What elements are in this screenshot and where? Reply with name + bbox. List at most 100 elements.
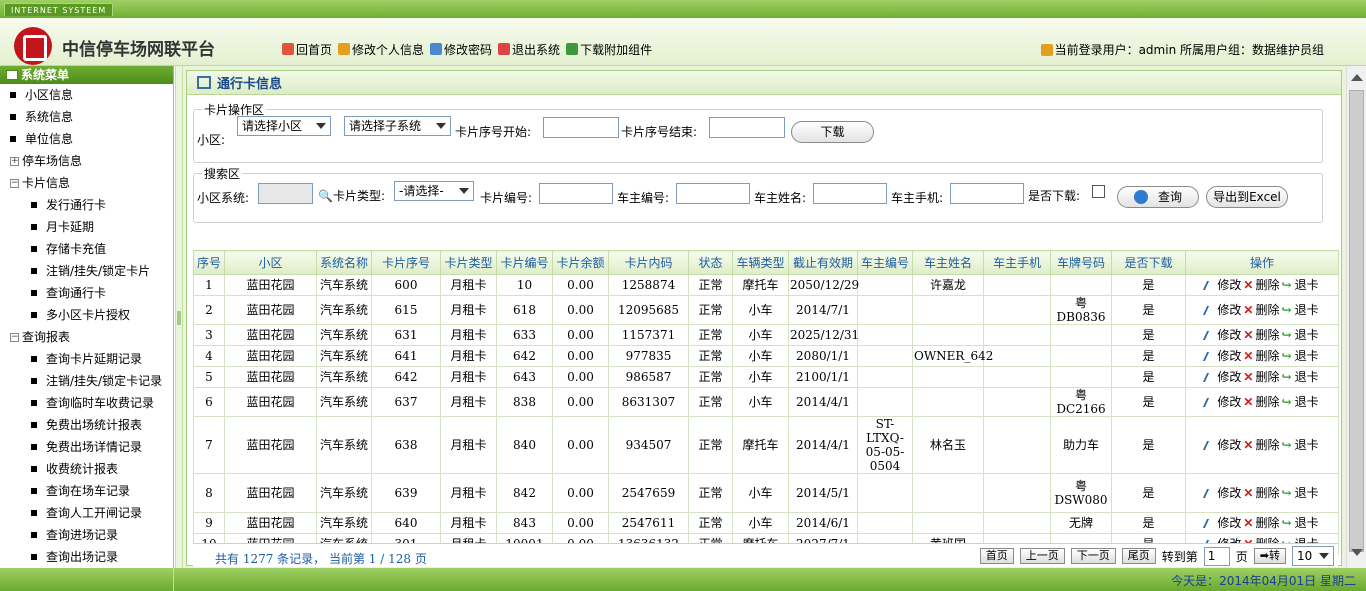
query-button[interactable]: 查询	[1117, 186, 1199, 208]
edit-link[interactable]: 修改	[1203, 395, 1241, 409]
last-page-button[interactable]: 尾页	[1121, 548, 1156, 564]
sidebar-item[interactable]: 系统信息	[0, 106, 173, 128]
refund-link[interactable]: ↪退卡	[1282, 486, 1319, 500]
delete-link[interactable]: ✕删除	[1243, 395, 1279, 409]
edit-link[interactable]: 修改	[1203, 438, 1241, 452]
nav-logout[interactable]: 退出系统	[498, 41, 560, 58]
sidebar-item[interactable]: 多小区卡片授权	[0, 304, 173, 326]
sidebar-item[interactable]: 注销/挂失/锁定卡记录	[0, 370, 173, 392]
delete-link[interactable]: ✕删除	[1243, 486, 1279, 500]
scroll-up-icon[interactable]	[1351, 74, 1363, 81]
sidebar-item[interactable]: − 查询报表	[0, 326, 173, 348]
sidebar-item[interactable]: 查询临时车收费记录	[0, 392, 173, 414]
table-row[interactable]: 1 蓝田花园 汽车系统 600 月租卡 10 0.00 1258874 正常 摩托车 2050/12…	[193, 274, 1339, 296]
delete-link[interactable]: ✕删除	[1243, 278, 1279, 292]
sidebar-item[interactable]: 免费出场统计报表	[0, 414, 173, 436]
sidebar-item[interactable]: + 停车场信息	[0, 150, 173, 172]
column-header[interactable]: 卡片内码	[608, 250, 689, 275]
card-no-input[interactable]	[539, 183, 613, 204]
table-row[interactable]: 2 蓝田花园 汽车系统 615 月租卡 618 0.00 12095685 正常 小车 2014/7…	[193, 295, 1339, 325]
goto-page-input[interactable]: 1	[1203, 546, 1230, 566]
refund-link[interactable]: ↪退卡	[1282, 516, 1319, 530]
edit-link[interactable]: 修改	[1203, 328, 1241, 342]
card-type-select[interactable]: -请选择-	[394, 181, 474, 201]
column-header[interactable]: 卡片编号	[496, 250, 553, 275]
sidebar-item[interactable]: 存储卡充值	[0, 238, 173, 260]
column-header[interactable]: 卡片余额	[552, 250, 609, 275]
system-input[interactable]	[258, 183, 313, 204]
sidebar-item[interactable]: 小区信息	[0, 84, 173, 106]
column-header[interactable]: 操作	[1185, 250, 1339, 275]
download-button[interactable]: 下载	[791, 121, 874, 143]
delete-link[interactable]: ✕删除	[1243, 303, 1279, 317]
delete-link[interactable]: ✕删除	[1243, 349, 1279, 363]
page-size-select[interactable]: 10	[1292, 546, 1334, 566]
page-scrollbar[interactable]	[1346, 66, 1366, 568]
column-header[interactable]: 序号	[193, 250, 225, 275]
refund-link[interactable]: ↪退卡	[1282, 370, 1319, 384]
first-page-button[interactable]: 首页	[979, 548, 1014, 564]
table-row[interactable]: 6 蓝田花园 汽车系统 637 月租卡 838 0.00 8631307 正常 小车 2014/4/…	[193, 387, 1339, 417]
sidebar-item[interactable]: 查询通行卡	[0, 282, 173, 304]
sidebar-item[interactable]: 收费统计报表	[0, 458, 173, 480]
scroll-thumb[interactable]	[1349, 90, 1364, 552]
sidebar-item[interactable]: − 卡片信息	[0, 172, 173, 194]
prev-page-button[interactable]: 上一页	[1019, 548, 1065, 564]
delete-link[interactable]: ✕删除	[1243, 370, 1279, 384]
table-row[interactable]: 5 蓝田花园 汽车系统 642 月租卡 643 0.00 986587 正常 小车 2100/1/1…	[193, 366, 1339, 388]
delete-link[interactable]: ✕删除	[1243, 438, 1279, 452]
column-header[interactable]: 车主编号	[857, 250, 913, 275]
edit-link[interactable]: 修改	[1203, 516, 1241, 530]
scroll-down-icon[interactable]	[1351, 549, 1363, 556]
sidebar-item[interactable]: 查询出场记录	[0, 546, 173, 568]
next-page-button[interactable]: 下一页	[1070, 548, 1116, 564]
refund-link[interactable]: ↪退卡	[1282, 303, 1319, 317]
nav-edit-profile[interactable]: 修改个人信息	[338, 41, 424, 58]
refund-link[interactable]: ↪退卡	[1282, 278, 1319, 292]
column-header[interactable]: 车主姓名	[912, 250, 984, 275]
owner-no-input[interactable]	[676, 183, 750, 204]
owner-phone-input[interactable]	[950, 183, 1024, 204]
table-row[interactable]: 3 蓝田花园 汽车系统 631 月租卡 633 0.00 1157371 正常 小车 2025/12…	[193, 324, 1339, 346]
sidebar-item[interactable]: 查询卡片延期记录	[0, 348, 173, 370]
edit-link[interactable]: 修改	[1203, 486, 1241, 500]
sidebar-item[interactable]: 免费出场详情记录	[0, 436, 173, 458]
refund-link[interactable]: ↪退卡	[1282, 349, 1319, 363]
splitter-grip[interactable]	[177, 311, 181, 325]
delete-link[interactable]: ✕删除	[1243, 516, 1279, 530]
refund-link[interactable]: ↪退卡	[1282, 328, 1319, 342]
edit-link[interactable]: 修改	[1203, 349, 1241, 363]
sidebar-splitter[interactable]	[175, 66, 183, 568]
table-row[interactable]: 4 蓝田花园 汽车系统 641 月租卡 642 0.00 977835 正常 小车 2080/1/1…	[193, 345, 1339, 367]
sidebar-item[interactable]: 查询进场记录	[0, 524, 173, 546]
go-button[interactable]: ➡转	[1253, 548, 1286, 564]
sidebar-item[interactable]: 查询在场车记录	[0, 480, 173, 502]
community-select[interactable]: 请选择小区	[237, 116, 331, 136]
sidebar-item[interactable]: 单位信息	[0, 128, 173, 150]
sidebar-item[interactable]: 查询人工开闸记录	[0, 502, 173, 524]
column-header[interactable]: 车辆类型	[732, 250, 789, 275]
refund-link[interactable]: ↪退卡	[1282, 438, 1319, 452]
sidebar-item[interactable]: 注销/挂失/锁定卡片	[0, 260, 173, 282]
table-row[interactable]: 7 蓝田花园 汽车系统 638 月租卡 840 0.00 934507 正常 摩托车 2014/4/…	[193, 416, 1339, 474]
edit-link[interactable]: 修改	[1203, 303, 1241, 317]
nav-home[interactable]: 回首页	[282, 41, 332, 58]
owner-name-input[interactable]	[813, 183, 887, 204]
nav-download-plugin[interactable]: 下载附加组件	[566, 41, 652, 58]
column-header[interactable]: 小区	[224, 250, 317, 275]
table-row[interactable]: 9 蓝田花园 汽车系统 640 月租卡 843 0.00 2547611 正常 小车 2014/6/…	[193, 512, 1339, 534]
column-header[interactable]: 车牌号码	[1050, 250, 1112, 275]
serial-start-input[interactable]	[543, 117, 619, 138]
edit-link[interactable]: 修改	[1203, 370, 1241, 384]
column-header[interactable]: 是否下载	[1111, 250, 1186, 275]
subsystem-select[interactable]: 请选择子系统	[344, 116, 451, 136]
downloaded-checkbox[interactable]	[1092, 185, 1105, 198]
edit-link[interactable]: 修改	[1203, 278, 1241, 292]
refund-link[interactable]: ↪退卡	[1282, 395, 1319, 409]
column-header[interactable]: 截止有效期	[788, 250, 858, 275]
export-excel-button[interactable]: 导出到Excel	[1206, 186, 1288, 208]
column-header[interactable]: 车主手机	[983, 250, 1051, 275]
table-row[interactable]: 8 蓝田花园 汽车系统 639 月租卡 842 0.00 2547659 正常 小车 2014/5/…	[193, 473, 1339, 513]
column-header[interactable]: 状态	[688, 250, 733, 275]
column-header[interactable]: 系统名称	[316, 250, 372, 275]
